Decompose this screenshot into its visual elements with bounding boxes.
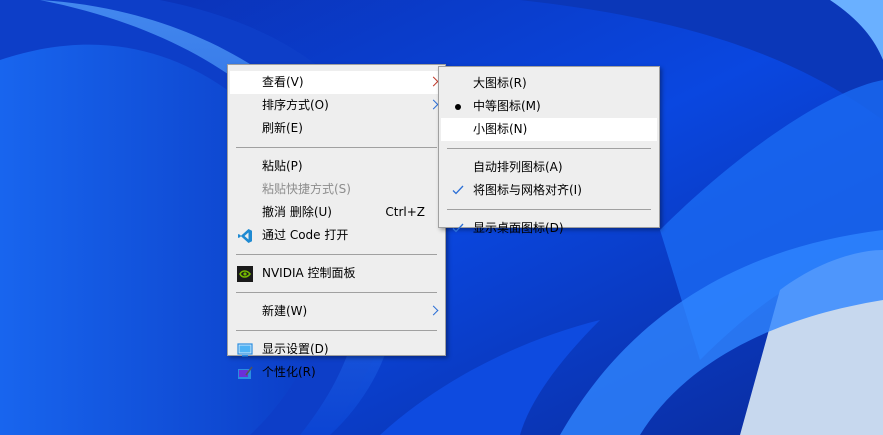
- menu-item-label: 排序方式(O): [262, 98, 329, 112]
- submenu-item-show-desktop-icons[interactable]: 显示桌面图标(D): [441, 217, 657, 240]
- menu-item-label: 新建(W): [262, 304, 308, 318]
- menu-separator: [236, 254, 437, 255]
- submenu-item-medium-icons[interactable]: 中等图标(M): [441, 95, 657, 118]
- chevron-right-icon: [428, 76, 439, 87]
- menu-item-personalize[interactable]: 个性化(R): [230, 361, 443, 384]
- menu-item-refresh[interactable]: 刷新(E): [230, 117, 443, 140]
- checkmark-icon: [452, 185, 464, 195]
- vscode-icon: [238, 229, 252, 243]
- menu-separator: [236, 292, 437, 293]
- menu-item-label: 查看(V): [262, 75, 304, 89]
- menu-item-label: 中等图标(M): [473, 99, 541, 113]
- menu-item-sort-by[interactable]: 排序方式(O): [230, 94, 443, 117]
- menu-item-label: NVIDIA 控制面板: [262, 266, 356, 280]
- menu-item-label: 自动排列图标(A): [473, 160, 563, 174]
- checkmark-icon: [452, 223, 464, 233]
- menu-separator: [236, 330, 437, 331]
- menu-item-label: 小图标(N): [473, 122, 528, 136]
- chevron-right-icon: [428, 99, 439, 110]
- menu-item-view[interactable]: 查看(V): [230, 71, 443, 94]
- view-submenu: 大图标(R) 中等图标(M) 小图标(N) 自动排列图标(A) 将图标与网格对齐…: [438, 66, 660, 235]
- shortcut-text: Ctrl+Z: [385, 205, 425, 219]
- chevron-right-icon: [428, 305, 439, 316]
- menu-item-label: 大图标(R): [473, 76, 527, 90]
- menu-item-label: 通过 Code 打开: [262, 228, 349, 242]
- menu-item-label: 撤消 删除(U): [262, 205, 332, 219]
- menu-item-label: 粘贴(P): [262, 159, 303, 173]
- nvidia-icon: [237, 266, 253, 282]
- submenu-item-large-icons[interactable]: 大图标(R): [441, 72, 657, 95]
- menu-item-open-with-code[interactable]: 通过 Code 打开: [230, 224, 443, 247]
- submenu-item-auto-arrange[interactable]: 自动排列图标(A): [441, 156, 657, 179]
- radio-bullet-icon: [455, 104, 461, 110]
- menu-item-new[interactable]: 新建(W): [230, 300, 443, 323]
- menu-item-label: 显示设置(D): [262, 342, 329, 356]
- menu-item-label: 显示桌面图标(D): [473, 221, 564, 235]
- menu-item-paste-shortcut: 粘贴快捷方式(S): [230, 178, 443, 201]
- menu-item-label: 个性化(R): [262, 365, 316, 379]
- menu-item-label: 粘贴快捷方式(S): [262, 182, 351, 196]
- menu-item-label: 将图标与网格对齐(I): [473, 183, 582, 197]
- display-settings-icon: [237, 343, 253, 357]
- menu-item-display-settings[interactable]: 显示设置(D): [230, 338, 443, 361]
- personalize-icon: [238, 366, 253, 379]
- menu-item-undo-delete[interactable]: 撤消 删除(U) Ctrl+Z: [230, 201, 443, 224]
- menu-separator: [236, 147, 437, 148]
- menu-item-label: 刷新(E): [262, 121, 303, 135]
- submenu-item-small-icons[interactable]: 小图标(N): [441, 118, 657, 141]
- submenu-item-align-to-grid[interactable]: 将图标与网格对齐(I): [441, 179, 657, 202]
- menu-separator: [447, 209, 651, 210]
- menu-item-paste[interactable]: 粘贴(P): [230, 155, 443, 178]
- desktop-context-menu: 查看(V) 排序方式(O) 刷新(E) 粘贴(P) 粘贴快捷方式(S) 撤消 删…: [227, 64, 446, 379]
- menu-item-nvidia-control-panel[interactable]: NVIDIA 控制面板: [230, 262, 443, 285]
- menu-separator: [447, 148, 651, 149]
